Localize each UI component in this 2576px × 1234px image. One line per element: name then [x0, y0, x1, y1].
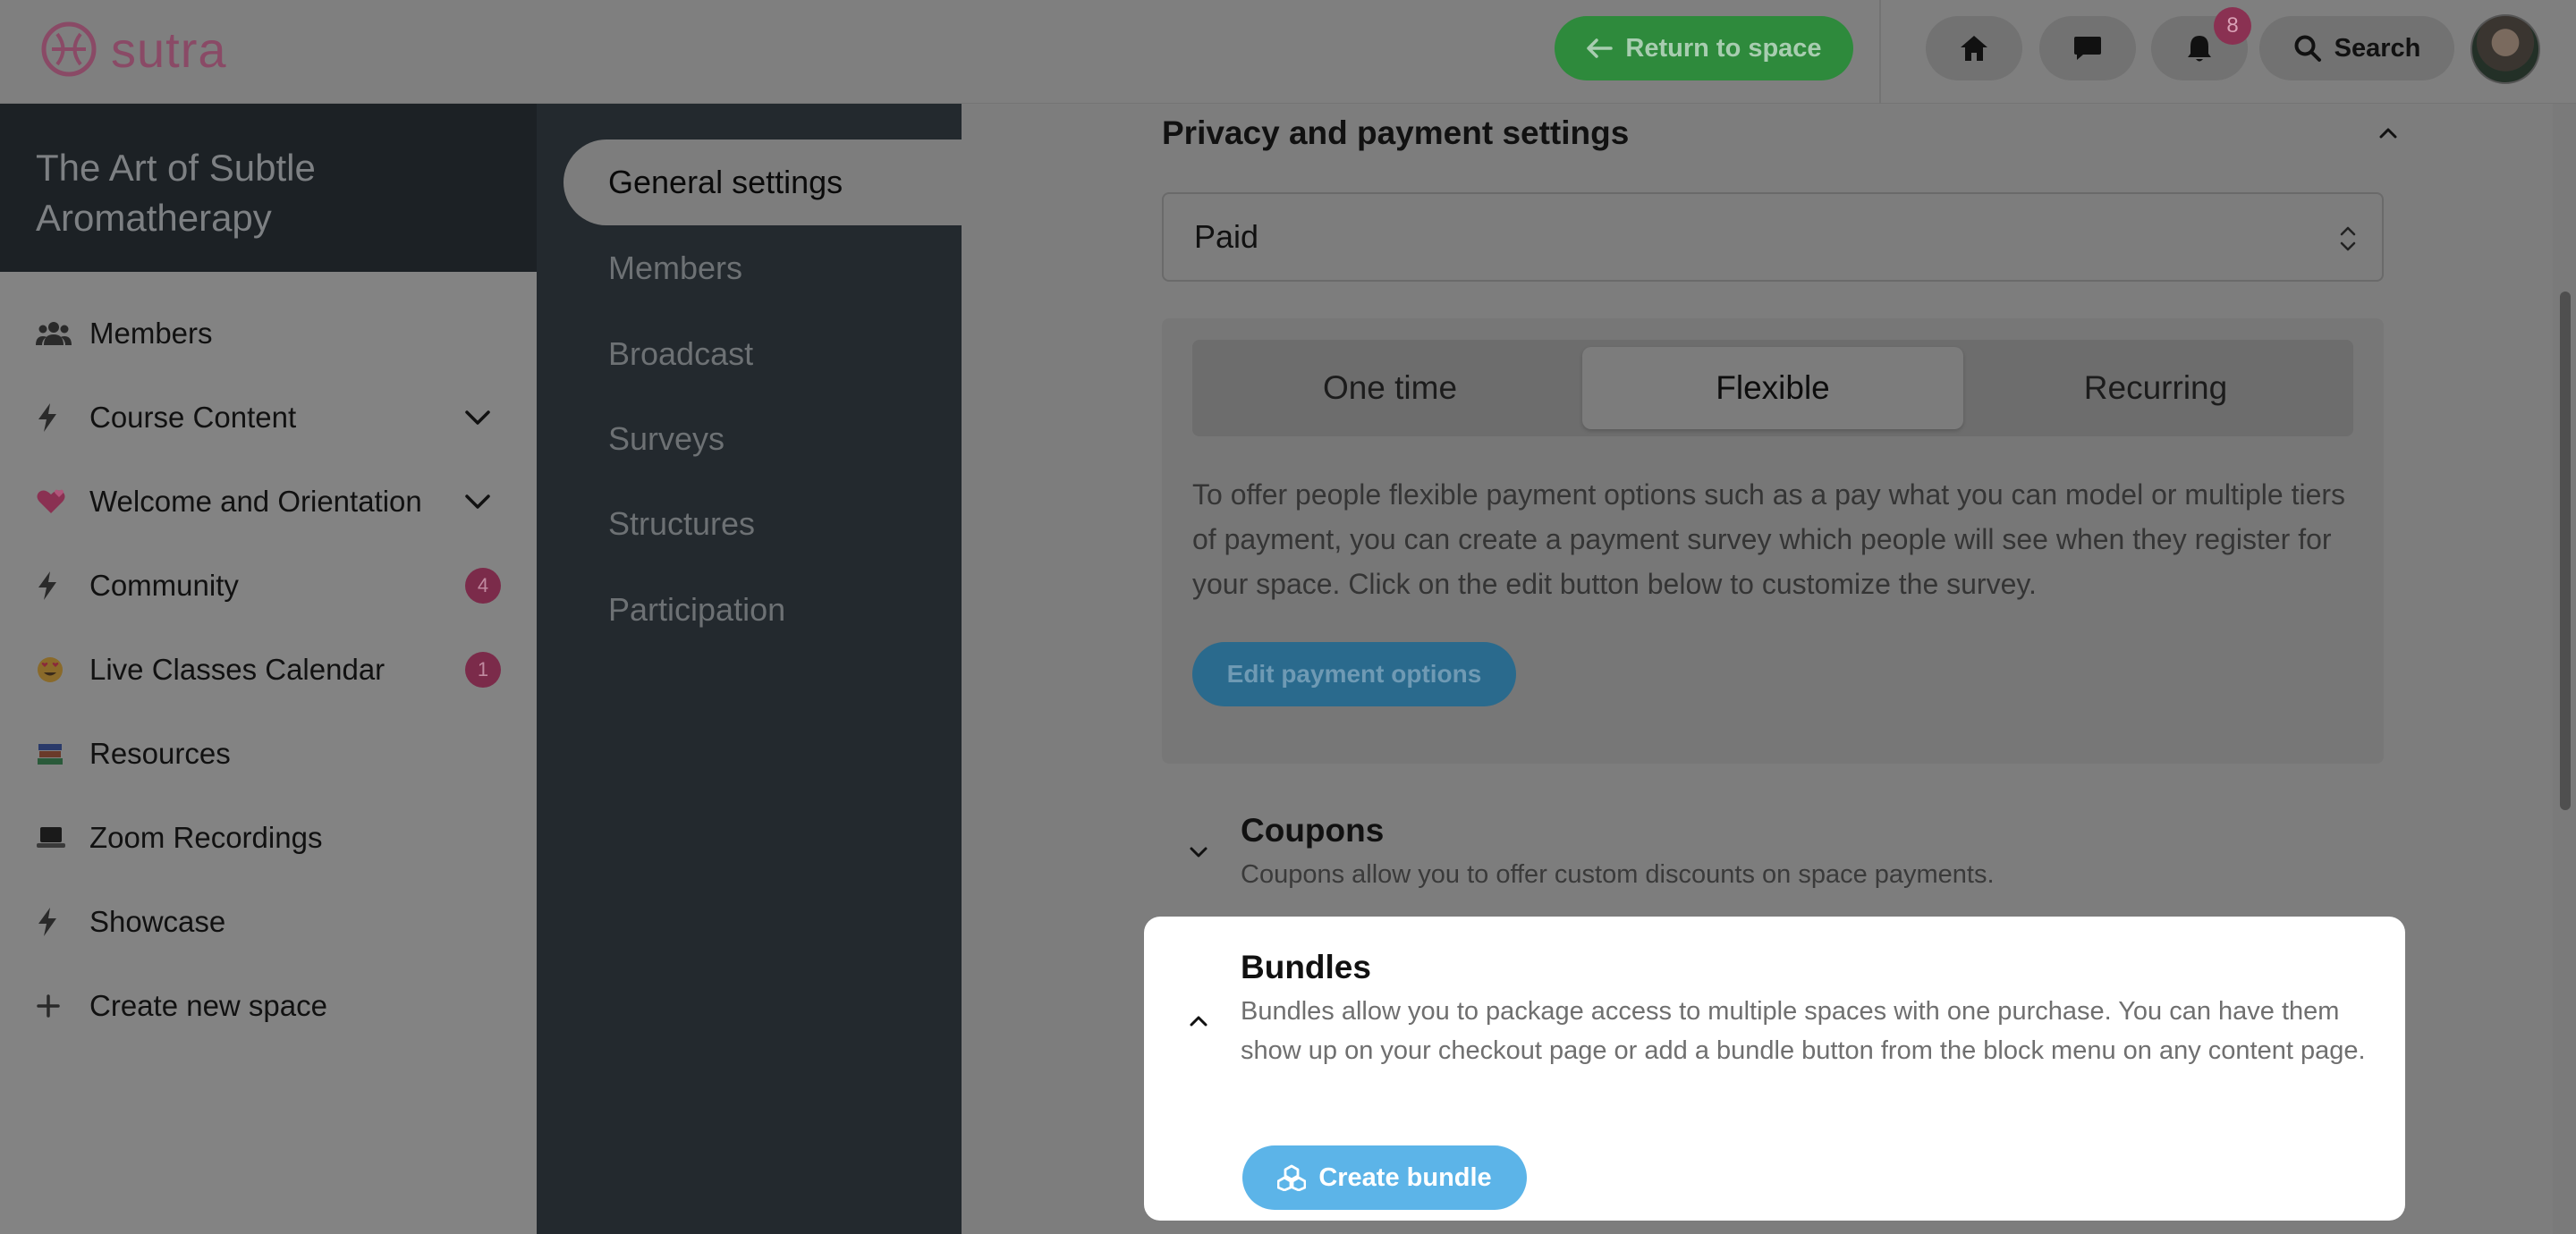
- sidebar-item-community[interactable]: Community 4: [36, 559, 501, 613]
- payment-description: To offer people flexible payment options…: [1192, 478, 2346, 600]
- laptop-emoji-icon: [36, 825, 72, 850]
- scrollbar-thumb[interactable]: [2560, 292, 2571, 810]
- settings-tab-structures[interactable]: Structures: [564, 481, 962, 567]
- bolt-icon: [36, 402, 72, 433]
- bundles-title: Bundles: [1241, 949, 1371, 985]
- select-arrows-icon: [2340, 226, 2356, 251]
- sidebar-item-live-classes-calendar[interactable]: Live Classes Calendar 1: [36, 643, 501, 697]
- cubes-icon: [1277, 1164, 1307, 1191]
- search-button[interactable]: Search: [2259, 16, 2454, 80]
- payment-type-segmented-control: One time Flexible Recurring: [1192, 340, 2353, 436]
- bundles-section: Bundles Bundles allow you to package acc…: [1144, 917, 2405, 1221]
- sutra-logo[interactable]: sutra: [39, 18, 227, 80]
- top-bar: sutra Return to space 8 Search: [0, 0, 2576, 104]
- coupons-description: Coupons allow you to offer custom discou…: [1241, 860, 1995, 889]
- payment-type-recurring[interactable]: Recurring: [1965, 347, 2346, 429]
- settings-tab-members[interactable]: Members: [564, 225, 962, 311]
- sidebar-item-resources[interactable]: Resources: [36, 727, 501, 781]
- settings-tab-general[interactable]: General settings: [564, 139, 962, 225]
- sidebar-item-label: Course Content: [89, 401, 297, 434]
- space-header: The Art of Subtle Aromatherapy: [0, 104, 537, 272]
- return-to-space-button[interactable]: Return to space: [1555, 16, 1853, 80]
- bell-icon: [2188, 36, 2211, 62]
- bolt-icon: [36, 571, 72, 601]
- messages-button[interactable]: [2039, 16, 2136, 80]
- books-emoji-icon: [36, 740, 72, 767]
- privacy-select[interactable]: Paid: [1162, 192, 2384, 282]
- members-icon: [36, 320, 72, 347]
- search-icon: [2294, 35, 2321, 62]
- sidebar-item-label: Welcome and Orientation: [89, 485, 422, 518]
- chevron-up-icon[interactable]: [2375, 120, 2402, 147]
- scrollbar-track[interactable]: [2553, 104, 2576, 1234]
- sidebar-item-showcase[interactable]: Showcase: [36, 895, 501, 949]
- space-title: The Art of Subtle Aromatherapy: [36, 147, 316, 239]
- create-bundle-label: Create bundle: [1318, 1162, 1492, 1192]
- home-icon: [1961, 36, 1987, 61]
- arrow-left-icon: [1587, 38, 1614, 58]
- space-sidebar: Members Course Content Welcome and Orien…: [0, 272, 537, 1234]
- chat-bubble-icon: [2074, 37, 2101, 60]
- sidebar-item-label: Resources: [89, 737, 231, 770]
- sidebar-item-label: Showcase: [89, 905, 226, 938]
- privacy-section-title: Privacy and payment settings: [1162, 114, 1630, 151]
- sidebar-item-course-content[interactable]: Course Content: [36, 391, 501, 444]
- search-label: Search: [2334, 33, 2421, 63]
- create-new-space-label: Create new space: [89, 989, 327, 1022]
- sidebar-item-label: Community: [89, 569, 239, 602]
- return-to-space-label: Return to space: [1625, 33, 1822, 63]
- unread-count-badge: 4: [465, 568, 501, 604]
- sidebar-item-members[interactable]: Members: [36, 307, 501, 360]
- settings-tab-participation[interactable]: Participation: [564, 567, 962, 653]
- chevron-up-icon[interactable]: [1185, 1008, 1212, 1035]
- settings-nav: General settings Members Broadcast Surve…: [537, 104, 962, 1234]
- sutra-logo-icon: [41, 21, 97, 77]
- settings-tab-surveys[interactable]: Surveys: [564, 396, 962, 482]
- heart-eyes-emoji-icon: [36, 655, 72, 684]
- coupons-title: Coupons: [1241, 812, 1385, 849]
- sidebar-item-zoom-recordings[interactable]: Zoom Recordings: [36, 811, 501, 865]
- create-bundle-button[interactable]: Create bundle: [1242, 1145, 1527, 1210]
- payment-panel: One time Flexible Recurring To offer peo…: [1162, 318, 2384, 764]
- create-new-space-button[interactable]: Create new space: [36, 979, 501, 1033]
- coupons-section[interactable]: Coupons Coupons allow you to offer custo…: [1162, 801, 2384, 900]
- sidebar-item-label: Members: [89, 317, 213, 350]
- privacy-select-value: Paid: [1194, 218, 1259, 255]
- payment-type-flexible[interactable]: Flexible: [1582, 347, 1963, 429]
- notifications-count-badge: 8: [2214, 7, 2251, 45]
- bolt-icon: [36, 907, 72, 937]
- unread-count-badge: 1: [465, 652, 501, 688]
- settings-tab-broadcast[interactable]: Broadcast: [564, 311, 962, 397]
- sidebar-item-label: Zoom Recordings: [89, 821, 323, 854]
- home-button[interactable]: [1926, 16, 2022, 80]
- payment-type-one-time[interactable]: One time: [1199, 347, 1580, 429]
- logo-text: sutra: [111, 21, 227, 78]
- edit-payment-options-button[interactable]: Edit payment options: [1192, 642, 1516, 706]
- topbar-divider: [1879, 0, 1881, 104]
- bundles-description: Bundles allow you to package access to m…: [1241, 997, 2366, 1065]
- sidebar-item-label: Live Classes Calendar: [89, 653, 386, 686]
- chevron-down-icon[interactable]: [460, 484, 496, 520]
- user-avatar[interactable]: [2470, 14, 2540, 84]
- sidebar-item-welcome-and-orientation[interactable]: Welcome and Orientation: [36, 475, 501, 528]
- chevron-down-icon[interactable]: [1185, 839, 1212, 866]
- hearts-emoji-icon: [36, 488, 72, 515]
- chevron-down-icon[interactable]: [460, 400, 496, 435]
- plus-icon: [36, 993, 72, 1018]
